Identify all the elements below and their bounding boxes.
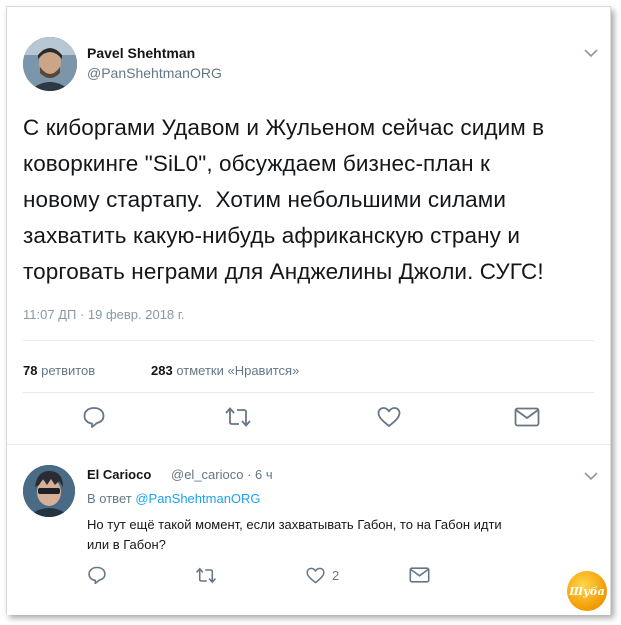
author-handle[interactable]: @PanShehtmanORG [87, 65, 222, 81]
reply-icon [83, 407, 105, 428]
reply-reply-button[interactable] [87, 565, 107, 585]
likes-label: отметки «Нравится» [176, 363, 300, 378]
message-button[interactable] [514, 407, 540, 427]
reply-retweet-button[interactable] [195, 566, 217, 585]
tweet-text: С киборгами Удавом и Жульеном сейчас сид… [23, 110, 593, 290]
like-icon [306, 567, 325, 584]
divider [23, 392, 594, 393]
reply-text: Но тут ещё такой момент, если захватыват… [87, 515, 547, 555]
reply-message-button[interactable] [409, 567, 430, 583]
reply-likes-count: 2 [332, 568, 340, 583]
author-name[interactable]: Pavel Shehtman [87, 45, 195, 61]
retweet-button[interactable] [224, 405, 252, 429]
retweet-icon [195, 567, 217, 584]
watermark-text: Шуба [569, 584, 605, 598]
meta-separator: · [247, 467, 256, 482]
tweet-screenshot-frame: Pavel Shehtman @PanShehtmanORG С киборга… [6, 6, 611, 615]
message-icon [514, 407, 540, 427]
tweet-text-line: коворкинге "SiL0", обсуждаем бизнес-план… [23, 151, 490, 176]
message-icon [409, 567, 430, 583]
reply-like-button[interactable]: 2 [305, 566, 339, 585]
reply-to-line: В ответ @PanShehtmanORG [87, 491, 261, 506]
chevron-down-icon[interactable] [584, 471, 598, 481]
reply-author-name[interactable]: El Carioco [87, 467, 151, 482]
likes-stat[interactable]: 283 отметки «Нравится» [151, 363, 299, 378]
main-tweet: Pavel Shehtman @PanShehtmanORG С киборга… [7, 7, 610, 445]
reply-to-prefix: В ответ [87, 491, 132, 506]
likes-count: 283 [151, 363, 173, 378]
reply-text-line: или в Габон? [87, 537, 166, 552]
author-avatar[interactable] [23, 37, 77, 91]
reply-author-handle[interactable]: @el_carioco [171, 467, 243, 482]
tweet-text-line: новому стартапу. Хотим небольшими силами [23, 187, 507, 212]
reply-text-line: Но тут ещё такой момент, если захватыват… [87, 517, 502, 532]
reply-icon [88, 566, 106, 585]
retweets-stat[interactable]: 78 ретвитов [23, 363, 95, 378]
reply-author-avatar[interactable] [23, 465, 75, 517]
retweet-icon [225, 407, 251, 427]
watermark-logo: Шуба [567, 571, 607, 611]
tweet-text-line: торговать неграми для Анджелины Джоли. С… [23, 259, 544, 284]
retweets-label: ретвитов [41, 363, 96, 378]
like-icon [377, 407, 401, 427]
like-button[interactable] [376, 405, 402, 429]
tweet-text-line: захватить какую-нибудь африканскую стран… [23, 223, 520, 248]
divider [23, 340, 594, 341]
reply-time[interactable]: 6 ч [255, 467, 273, 482]
reply-tweet: El Carioco @el_carioco · 6 ч В ответ @Pa… [7, 445, 610, 615]
reply-to-handle[interactable]: @PanShehtmanORG [135, 491, 260, 506]
chevron-down-icon[interactable] [584, 48, 598, 58]
reply-meta: @el_carioco · 6 ч [171, 467, 273, 482]
retweets-count: 78 [23, 363, 38, 378]
tweet-timestamp[interactable]: 11:07 ДП · 19 февр. 2018 г. [23, 307, 185, 322]
tweet-text-line: С киборгами Удавом и Жульеном сейчас сид… [23, 115, 545, 140]
reply-button[interactable] [82, 405, 106, 429]
